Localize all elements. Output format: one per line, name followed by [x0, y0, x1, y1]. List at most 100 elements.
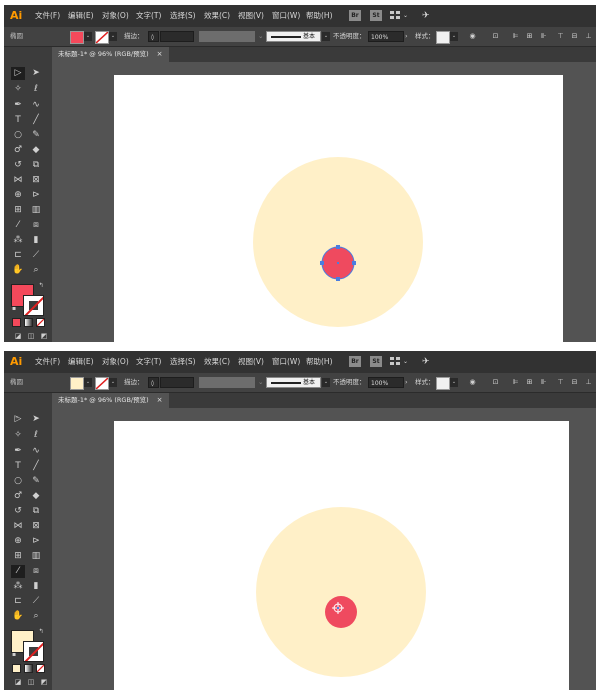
workspace-chevron-icon[interactable]: ⌄	[403, 351, 408, 373]
document-tab[interactable]: 未标题-1* @ 96% (RGB/预览) ×	[52, 47, 169, 62]
align-to-icon[interactable]: ⊡	[491, 32, 500, 41]
workspace-grid-icon[interactable]	[390, 357, 401, 366]
bridge-button[interactable]: Br	[349, 10, 361, 21]
stroke-none-swatch[interactable]	[95, 31, 109, 44]
fill-color-swatch[interactable]	[70, 31, 84, 44]
brush-definition-box[interactable]: 基本	[266, 31, 321, 42]
large-cream-circle[interactable]	[253, 157, 423, 327]
draw-mode-icon[interactable]: ◪	[11, 330, 25, 342]
paintbrush-icon[interactable]: ✎	[29, 129, 43, 142]
align-top-icon[interactable]: ⊤	[556, 32, 565, 41]
gradient-icon[interactable]: ▥	[29, 550, 43, 563]
stroke-weight-field[interactable]	[160, 31, 194, 42]
menu-select[interactable]: 选择(S)	[170, 5, 196, 27]
brush-dropdown-icon[interactable]: ⌄	[322, 378, 330, 387]
artboard[interactable]	[114, 75, 563, 342]
align-right-icon[interactable]: ⊪	[539, 32, 548, 41]
align-right-icon[interactable]: ⊪	[539, 378, 548, 387]
opacity-expand-icon[interactable]: ›	[405, 27, 408, 46]
align-center-icon[interactable]: ⊞	[525, 32, 534, 41]
draw-mode-icon[interactable]: ◪	[11, 676, 25, 689]
menu-effect[interactable]: 效果(C)	[204, 5, 230, 27]
stroke-weight-stepper[interactable]: ◊	[148, 31, 159, 42]
magic-wand-icon[interactable]: ✧	[11, 429, 25, 442]
menu-file[interactable]: 文件(F)	[35, 5, 60, 27]
graphic-style-swatch[interactable]	[436, 377, 450, 390]
eyedropper-icon[interactable]: ⁄	[11, 219, 25, 232]
align-bottom-icon[interactable]: ⊥	[584, 32, 593, 41]
free-transform-icon[interactable]: ⊠	[29, 174, 43, 187]
recolor-artwork-icon[interactable]: ◉	[468, 378, 477, 387]
menu-edit[interactable]: 编辑(E)	[68, 351, 94, 373]
eyedropper-icon[interactable]: ⁄	[11, 565, 25, 578]
profile-chevron-icon[interactable]: ⌄	[258, 373, 263, 392]
eraser-icon[interactable]: ◆	[29, 490, 43, 503]
default-fill-stroke-icon[interactable]: ▪	[7, 302, 21, 315]
variable-width-profile[interactable]	[199, 377, 255, 388]
opacity-field[interactable]: 100%	[368, 377, 404, 388]
direct-selection-icon[interactable]: ➤	[29, 67, 43, 80]
eraser-icon[interactable]: ◆	[29, 144, 43, 157]
screen-mode-icon[interactable]: ◫	[24, 330, 38, 342]
gpu-performance-icon[interactable]: ✈	[422, 351, 430, 373]
perspective-grid-icon[interactable]: ⊳	[29, 189, 43, 202]
stroke-swatch[interactable]	[23, 641, 44, 662]
large-cream-circle[interactable]	[256, 507, 426, 677]
direct-selection-icon[interactable]: ➤	[29, 413, 43, 426]
artboard[interactable]	[114, 421, 569, 690]
brush-dropdown-icon[interactable]: ⌄	[322, 32, 330, 41]
screen-mode-icon[interactable]: ◫	[24, 676, 38, 689]
align-middle-icon[interactable]: ⊟	[570, 378, 579, 387]
menu-object[interactable]: 对象(O)	[102, 351, 129, 373]
menu-help[interactable]: 帮助(H)	[306, 351, 333, 373]
menu-effect[interactable]: 效果(C)	[204, 351, 230, 373]
magic-wand-icon[interactable]: ✧	[11, 83, 25, 96]
column-graph-icon[interactable]: ▮	[29, 580, 43, 593]
stroke-dropdown-icon[interactable]: ⌄	[109, 378, 117, 387]
line-segment-icon[interactable]: ╱	[29, 114, 43, 127]
workspace-chevron-icon[interactable]: ⌄	[403, 5, 408, 27]
hand-icon[interactable]: ✋	[11, 264, 25, 277]
bridge-button[interactable]: Br	[349, 356, 361, 367]
fill-dropdown-icon[interactable]: ⌄	[84, 378, 92, 387]
symbol-sprayer-icon[interactable]: ⁂	[11, 580, 25, 593]
pen-icon[interactable]: ✒	[11, 445, 25, 458]
menu-type[interactable]: 文字(T)	[136, 5, 161, 27]
default-fill-stroke-icon[interactable]: ▪	[7, 648, 21, 661]
menu-view[interactable]: 视图(V)	[238, 5, 264, 27]
symbol-sprayer-icon[interactable]: ⁂	[11, 234, 25, 247]
stroke-none-swatch[interactable]	[95, 377, 109, 390]
menu-object[interactable]: 对象(O)	[102, 5, 129, 27]
fill-dropdown-icon[interactable]: ⌄	[84, 32, 92, 41]
opacity-expand-icon[interactable]: ›	[405, 373, 408, 392]
stroke-weight-field[interactable]	[160, 377, 194, 388]
type-icon[interactable]: T	[11, 460, 25, 473]
shaper-icon[interactable]: ♂	[11, 144, 25, 157]
stroke-swatch[interactable]	[23, 295, 44, 316]
swap-fill-stroke-icon[interactable]: ↰	[34, 625, 48, 638]
stroke-weight-stepper[interactable]: ◊	[148, 377, 159, 388]
workspace-grid-icon[interactable]	[390, 11, 401, 20]
gradient-mode-icon[interactable]	[24, 318, 33, 327]
swap-fill-stroke-icon[interactable]: ↰	[34, 279, 48, 292]
menu-type[interactable]: 文字(T)	[136, 351, 161, 373]
variable-width-profile[interactable]	[199, 31, 255, 42]
shaper-icon[interactable]: ♂	[11, 490, 25, 503]
blend-icon[interactable]: ⧈	[29, 565, 43, 578]
graphic-style-swatch[interactable]	[436, 31, 450, 44]
align-bottom-icon[interactable]: ⊥	[584, 378, 593, 387]
width-icon[interactable]: ⋈	[11, 520, 25, 533]
stock-button[interactable]: St	[370, 10, 382, 21]
anchor-point-right[interactable]	[352, 261, 356, 265]
align-middle-icon[interactable]: ⊟	[570, 32, 579, 41]
selection-arrow-icon[interactable]: ▷	[11, 67, 25, 80]
slice-icon[interactable]: ⟋	[29, 249, 43, 262]
artboard-icon[interactable]: ⊏	[11, 249, 25, 262]
curvature-icon[interactable]: ∿	[29, 445, 43, 458]
gradient-icon[interactable]: ▥	[29, 204, 43, 217]
color-mode-icon[interactable]	[12, 664, 21, 673]
menu-window[interactable]: 窗口(W)	[272, 351, 300, 373]
paintbrush-icon[interactable]: ✎	[29, 475, 43, 488]
width-icon[interactable]: ⋈	[11, 174, 25, 187]
menu-window[interactable]: 窗口(W)	[272, 5, 300, 27]
